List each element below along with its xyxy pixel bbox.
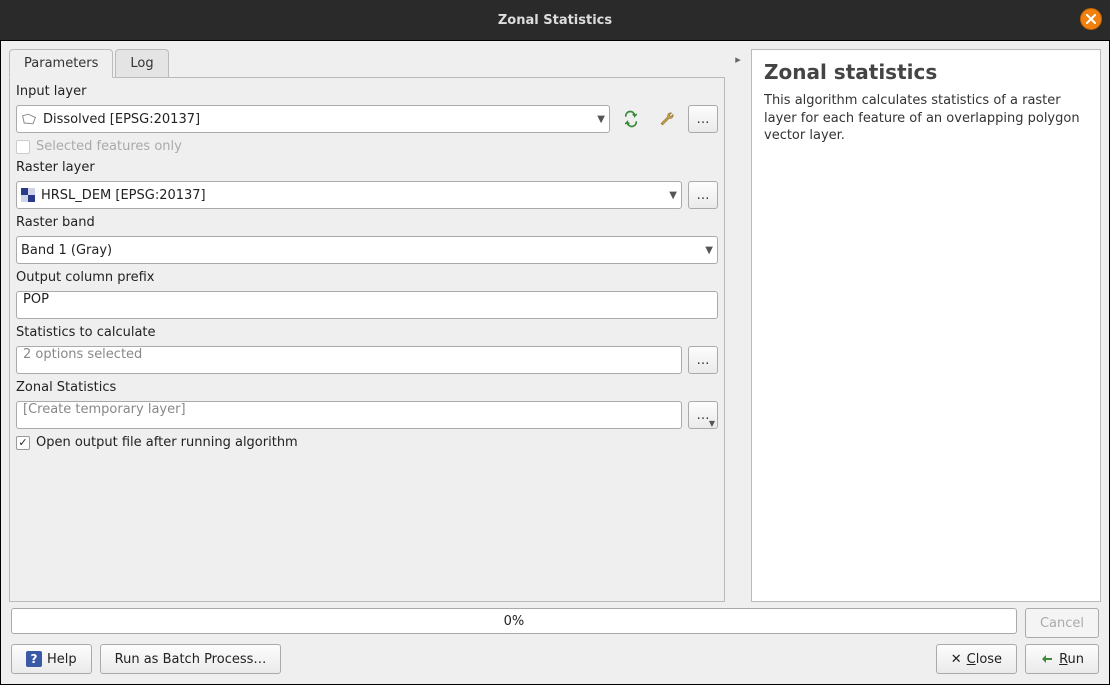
run-icon (1040, 652, 1054, 666)
chevron-down-icon: ▼ (705, 245, 713, 256)
raster-layer-value: HRSL_DEM [EPSG:20137] (41, 188, 206, 203)
raster-band-combo[interactable]: Band 1 (Gray) ▼ (16, 236, 718, 264)
wrench-icon (658, 110, 676, 128)
titlebar: Zonal Statistics (0, 0, 1110, 40)
collapse-help-handle[interactable]: ▸ (733, 49, 743, 602)
help-heading: Zonal statistics (764, 60, 1088, 84)
chevron-down-icon: ▼ (709, 419, 715, 428)
tab-parameters[interactable]: Parameters (9, 49, 113, 78)
help-panel: Zonal statistics This algorithm calculat… (751, 49, 1101, 602)
raster-band-label: Raster band (16, 215, 718, 230)
ellipsis-icon: … (697, 408, 710, 423)
help-button[interactable]: ? Help (11, 644, 92, 674)
open-output-label: Open output file after running algorithm (36, 435, 298, 450)
stats-to-calc-browse-button[interactable]: … (688, 346, 718, 374)
advanced-options-button[interactable] (652, 105, 682, 133)
raster-band-value: Band 1 (Gray) (21, 243, 112, 258)
open-output-checkbox[interactable]: Open output file after running algorithm (16, 435, 718, 450)
iterate-features-button[interactable] (616, 105, 646, 133)
zonal-stats-output-input[interactable]: [Create temporary layer] (16, 401, 682, 429)
selected-features-only-label: Selected features only (36, 139, 182, 154)
stats-to-calc-display[interactable]: 2 options selected (16, 346, 682, 374)
zonal-stats-output-browse-button[interactable]: … ▼ (688, 401, 718, 429)
iterate-icon (622, 110, 640, 128)
chevron-down-icon: ▼ (597, 114, 605, 125)
raster-layer-browse-button[interactable]: … (688, 181, 718, 209)
tab-bar: Parameters Log (9, 49, 725, 78)
input-layer-value: Dissolved [EPSG:20137] (43, 112, 200, 127)
ellipsis-icon: … (697, 353, 710, 368)
chevron-down-icon: ▼ (669, 190, 677, 201)
input-layer-label: Input layer (16, 84, 718, 99)
progress-text: 0% (504, 614, 525, 629)
ellipsis-icon: … (697, 188, 710, 203)
stats-to-calc-label: Statistics to calculate (16, 325, 718, 340)
checkbox-icon (16, 140, 30, 154)
help-icon: ? (26, 651, 42, 667)
run-button[interactable]: Run (1025, 644, 1099, 674)
cancel-button: Cancel (1025, 608, 1099, 638)
tab-log[interactable]: Log (115, 49, 168, 78)
raster-layer-combo[interactable]: HRSL_DEM [EPSG:20137] ▼ (16, 181, 682, 209)
progress-bar: 0% (11, 608, 1017, 634)
window-title: Zonal Statistics (498, 13, 612, 28)
x-icon: ✕ (951, 652, 962, 667)
help-description: This algorithm calculates statistics of … (764, 92, 1088, 145)
close-icon (1086, 14, 1096, 24)
run-batch-button[interactable]: Run as Batch Process… (100, 644, 282, 674)
input-layer-combo[interactable]: Dissolved [EPSG:20137] ▼ (16, 105, 610, 133)
help-button-label: Help (47, 652, 77, 667)
raster-icon (21, 188, 35, 202)
polygon-icon (21, 112, 37, 126)
checkbox-icon (16, 436, 30, 450)
close-window-button[interactable] (1080, 8, 1102, 30)
close-button[interactable]: ✕ Close (936, 644, 1017, 674)
output-prefix-label: Output column prefix (16, 270, 718, 285)
input-layer-browse-button[interactable]: … (688, 105, 718, 133)
raster-layer-label: Raster layer (16, 160, 718, 175)
output-prefix-input[interactable]: POP (16, 291, 718, 319)
selected-features-only-checkbox: Selected features only (16, 139, 718, 154)
zonal-stats-output-label: Zonal Statistics (16, 380, 718, 395)
ellipsis-icon: … (697, 112, 710, 127)
parameters-panel: Input layer Dissolved [EPSG:20137] ▼ (9, 77, 725, 602)
